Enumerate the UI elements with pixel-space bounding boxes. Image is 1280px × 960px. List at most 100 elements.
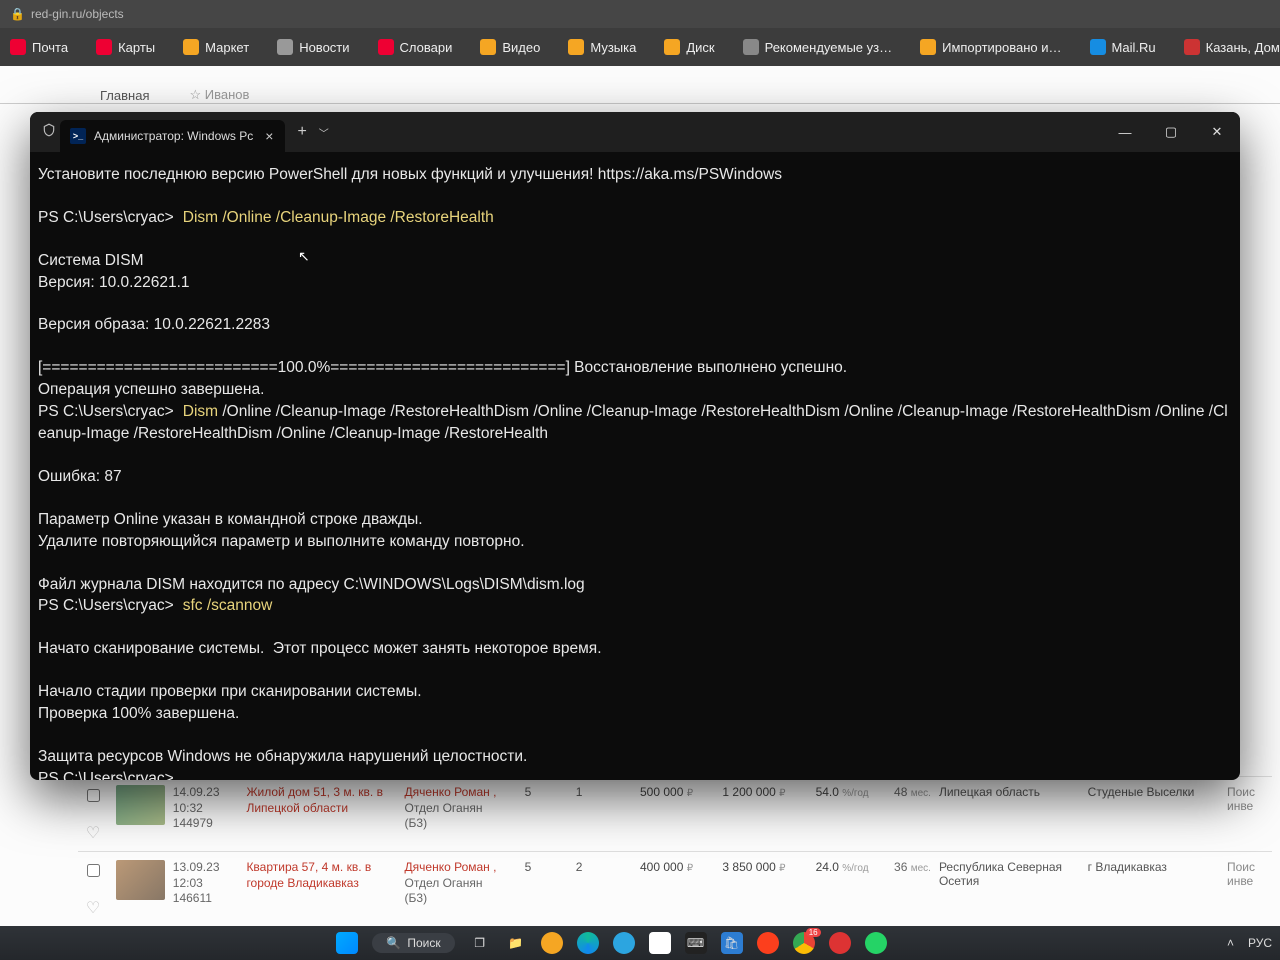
terminal-tab[interactable]: >_ Администратор: Windows Pc × (60, 120, 285, 152)
bookmark-item[interactable]: Казань, Дом 77,6м… (1184, 39, 1280, 55)
bookmark-item[interactable]: Маркет (183, 39, 249, 55)
close-button[interactable]: ✕ (1194, 112, 1240, 152)
bookmark-icon (480, 39, 496, 55)
bookmark-item[interactable]: Музыка (568, 39, 636, 55)
percent: 24.0 %/год (794, 860, 869, 874)
chrome-icon[interactable] (793, 932, 815, 954)
system-tray: ˄ РУС (1227, 936, 1272, 950)
terminal-window: >_ Администратор: Windows Pc × + ﹀ — ▢ ✕… (30, 112, 1240, 780)
bookmark-icon (10, 39, 26, 55)
bookmark-label: Словари (400, 40, 453, 55)
app-icon-3[interactable] (829, 932, 851, 954)
shield-icon (38, 123, 60, 142)
term: 48 мес. (877, 785, 931, 799)
price2: 1 200 000 ₽ (701, 785, 785, 799)
bookmark-item[interactable]: Импортировано и… (920, 39, 1061, 55)
row-checkbox[interactable] (78, 785, 108, 805)
bookmark-label: Диск (686, 40, 714, 55)
bookmark-label: Почта (32, 40, 68, 55)
edge-icon[interactable] (577, 932, 599, 954)
lock-icon: 🔒 (10, 7, 25, 21)
bookmark-label: Импортировано и… (942, 40, 1061, 55)
bookmark-item[interactable]: Словари (378, 39, 453, 55)
minimize-button[interactable]: — (1102, 112, 1148, 152)
action-link[interactable]: Поис инве (1227, 860, 1272, 888)
whatsapp-icon[interactable] (865, 932, 887, 954)
price1: 400 000 ₽ (609, 860, 693, 874)
table-row: ♡14.09.2310:32144979Жилой дом 51, 3 м. к… (78, 776, 1272, 851)
bookmark-item[interactable]: Почта (10, 39, 68, 55)
bookmark-icon (1184, 39, 1200, 55)
price2: 3 850 000 ₽ (701, 860, 785, 874)
new-tab-button[interactable]: + (285, 123, 318, 141)
bookmark-label: Mail.Ru (1112, 40, 1156, 55)
bookmark-item[interactable]: Рекомендуемые уз… (743, 39, 893, 55)
thumbnail[interactable] (116, 860, 165, 900)
tab-dropdown-icon[interactable]: ﹀ (319, 125, 329, 140)
bookmark-item[interactable]: Новости (277, 39, 349, 55)
region: Республика Северная Осетия (939, 860, 1080, 888)
terminal-tab-title: Администратор: Windows Pc (94, 129, 253, 143)
city: Студеные Выселки (1088, 785, 1219, 799)
bookmarks-bar: Почта Карты Маркет Новости Словари Видео Музык… (0, 28, 1280, 66)
page-tabs: Главная ☆ Иванов (0, 66, 1280, 104)
search-icon: 🔍 (386, 936, 401, 950)
start-icon[interactable] (336, 932, 358, 954)
row-checkbox[interactable] (78, 860, 108, 880)
terminal-app-icon[interactable]: ⌨ (685, 932, 707, 954)
app-icon-1[interactable] (541, 932, 563, 954)
bookmark-icon (920, 39, 936, 55)
favorite-icon[interactable]: ♡ (78, 880, 108, 918)
thumbnail[interactable] (116, 785, 165, 825)
title-link[interactable]: Жилой дом 51, 3 м. кв. в Липецкой област… (246, 785, 396, 816)
store-icon[interactable]: 🛍 (721, 932, 743, 954)
bookmark-label: Казань, Дом 77,6м… (1206, 40, 1280, 55)
bookmark-icon (664, 39, 680, 55)
favorite-icon[interactable]: ♡ (78, 805, 108, 843)
city: г Владикавказ (1088, 860, 1219, 874)
bookmark-item[interactable]: Mail.Ru (1090, 39, 1156, 55)
mouse-cursor-icon: ↖ (298, 248, 310, 265)
powershell-icon: >_ (70, 128, 86, 144)
objects-table: ♡14.09.2310:32144979Жилой дом 51, 3 м. к… (78, 776, 1272, 926)
bookmark-icon (96, 39, 112, 55)
bookmark-label: Карты (118, 40, 155, 55)
maximize-button[interactable]: ▢ (1148, 112, 1194, 152)
tab-close-icon[interactable]: × (265, 128, 273, 144)
telegram-icon[interactable] (613, 932, 635, 954)
bookmark-icon (277, 39, 293, 55)
language-indicator[interactable]: РУС (1248, 936, 1272, 950)
bookmark-label: Музыка (590, 40, 636, 55)
manager-cell: Дяченко Роман ,Отдел Оганян (Б3) (405, 860, 499, 907)
app-icon-2[interactable] (649, 932, 671, 954)
bookmark-label: Новости (299, 40, 349, 55)
terminal-titlebar[interactable]: >_ Администратор: Windows Pc × + ﹀ — ▢ ✕ (30, 112, 1240, 152)
bookmark-label: Маркет (205, 40, 249, 55)
bookmark-label: Видео (502, 40, 540, 55)
terminal-output[interactable]: Установите последнюю версию PowerShell д… (30, 152, 1240, 780)
tray-chevron-icon[interactable]: ˄ (1227, 936, 1234, 950)
tab-main[interactable]: Главная (100, 88, 149, 103)
explorer-icon[interactable]: 📁 (505, 932, 527, 954)
yandex-icon[interactable] (757, 932, 779, 954)
bookmark-item[interactable]: Диск (664, 39, 714, 55)
bookmark-icon (568, 39, 584, 55)
bookmark-icon (378, 39, 394, 55)
date-cell: 13.09.2312:03146611 (173, 860, 239, 907)
taskview-icon[interactable]: ❐ (469, 932, 491, 954)
taskbar-search[interactable]: 🔍 Поиск (372, 933, 454, 953)
search-label: Поиск (407, 936, 440, 950)
count1: 5 (506, 785, 549, 799)
bookmark-icon (743, 39, 759, 55)
bookmark-item[interactable]: Карты (96, 39, 155, 55)
count2: 2 (558, 860, 601, 874)
url-bar[interactable]: 🔒 red-gin.ru/objects (0, 0, 1280, 28)
bookmark-item[interactable]: Видео (480, 39, 540, 55)
action-link[interactable]: Поис инве (1227, 785, 1272, 813)
price1: 500 000 ₽ (609, 785, 693, 799)
table-row: ♡ 13.09.2312:03146611Квартира 57, 4 м. кв… (78, 851, 1272, 926)
url-text: red-gin.ru/objects (31, 7, 124, 21)
tab-favorite[interactable]: ☆ Иванов (189, 87, 249, 103)
count1: 5 (506, 860, 549, 874)
title-link[interactable]: Квартира 57, 4 м. кв. в городе Владикавк… (246, 860, 396, 891)
